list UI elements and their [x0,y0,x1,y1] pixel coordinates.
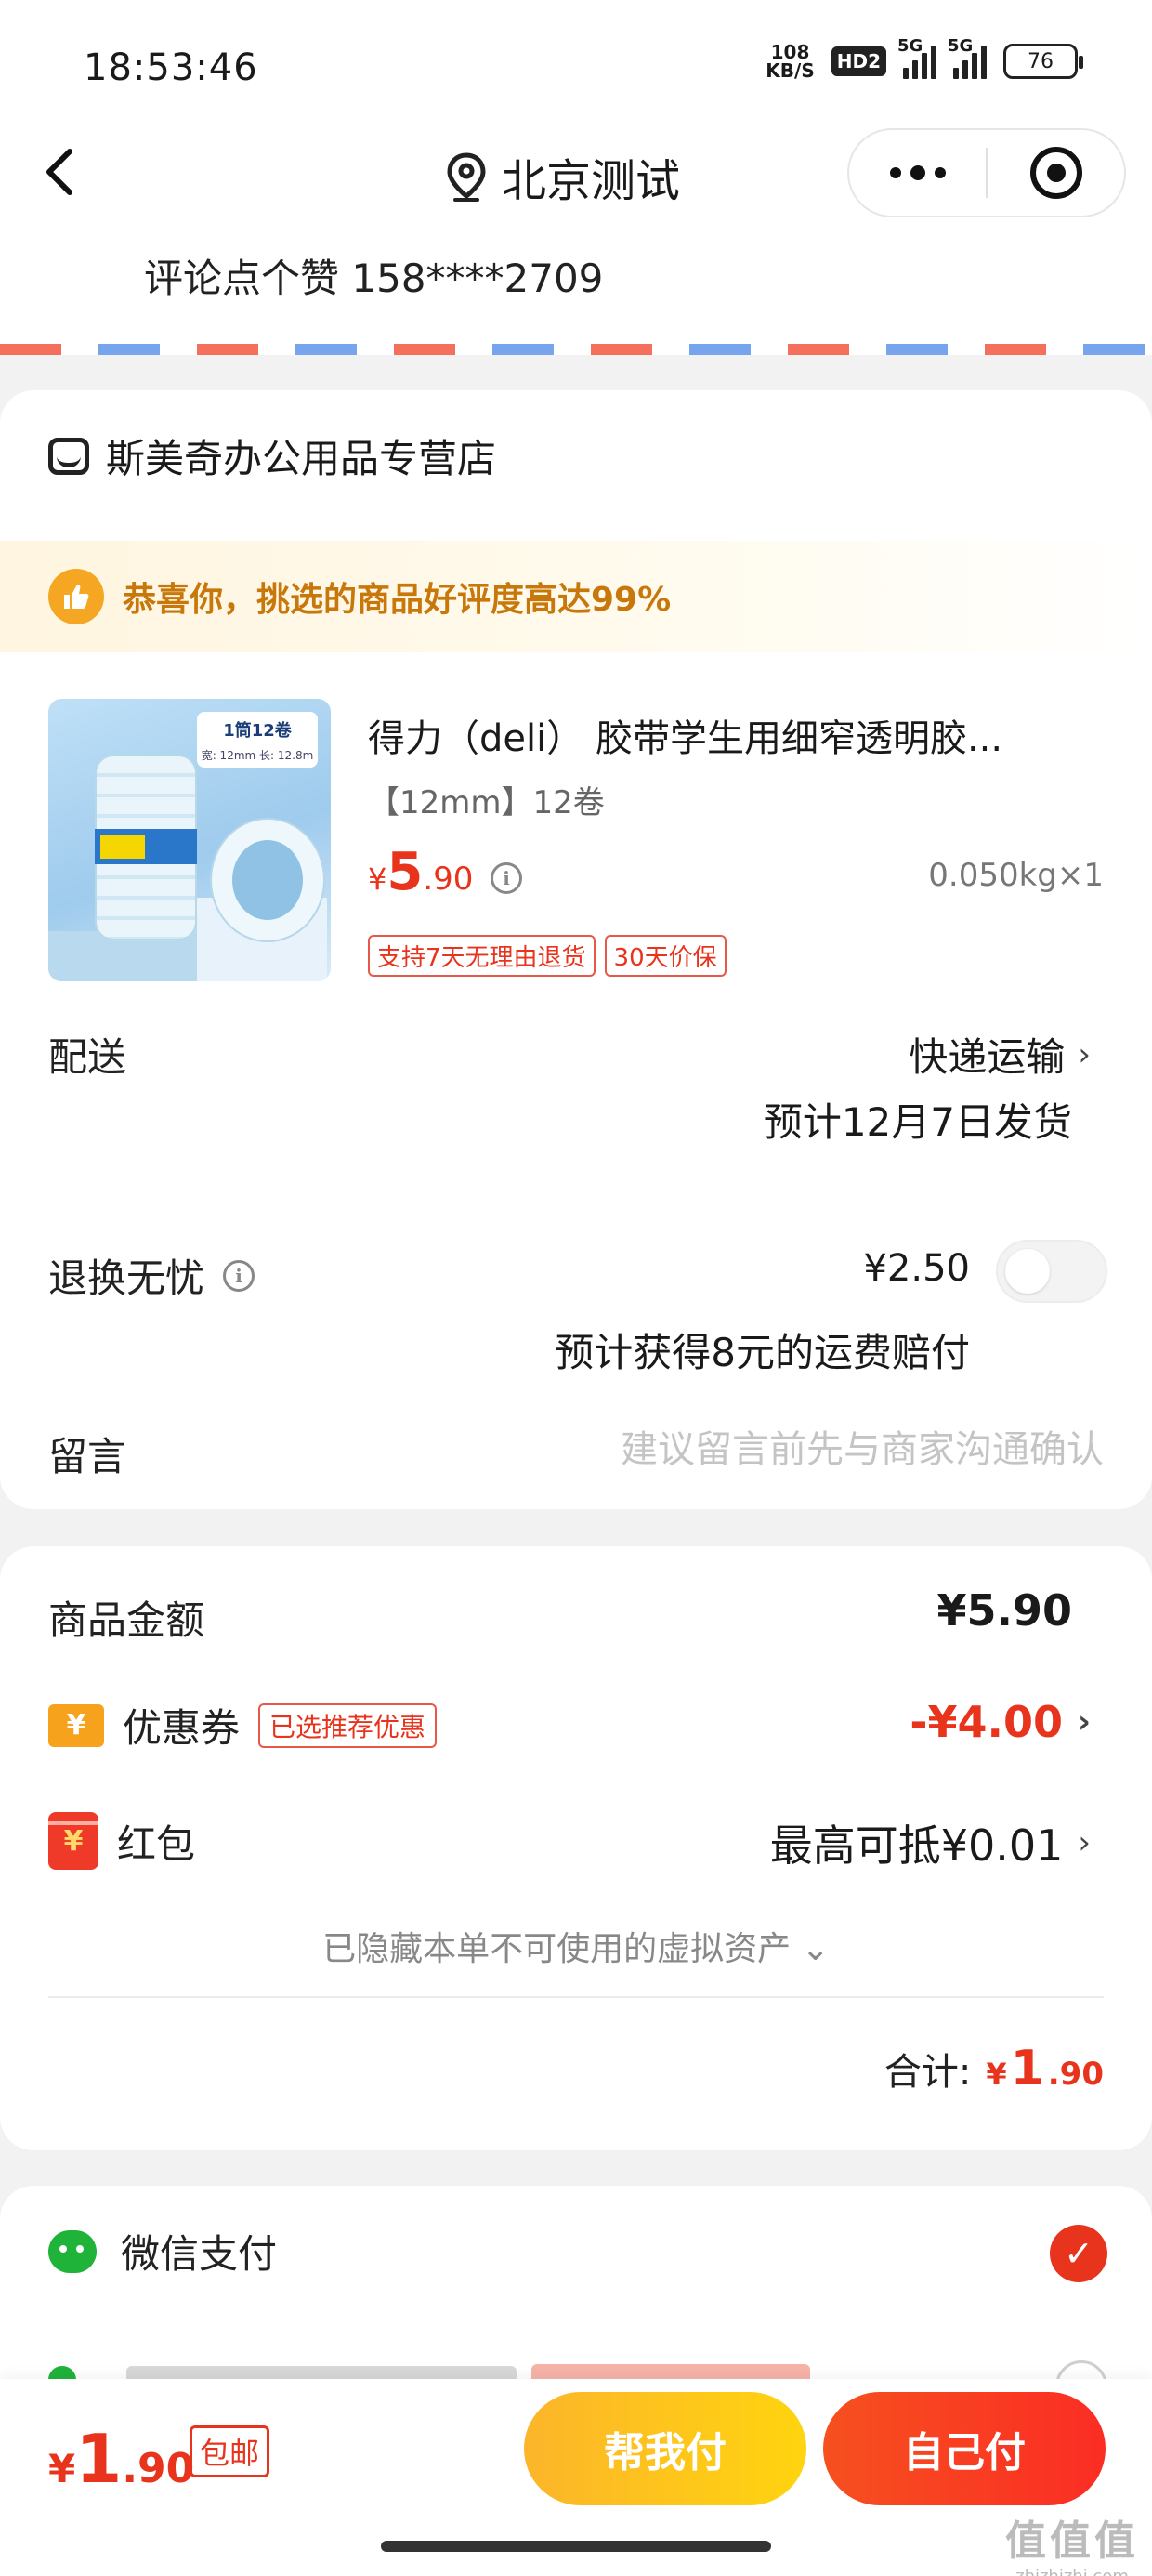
summary-divider [48,1996,1104,1998]
nav-location[interactable]: 北京测试 [446,139,680,214]
back-button[interactable] [28,139,93,204]
product-image[interactable]: 1筒12卷 宽: 12mm 长: 12.8m [48,699,331,981]
product-image-label: 1筒12卷 宽: 12mm 长: 12.8m [197,712,318,768]
product-weight: 0.050kg×1 [928,857,1104,894]
hd-icon: HD2 [831,46,886,76]
more-button[interactable] [849,130,986,216]
return-service-toggle[interactable] [996,1240,1107,1303]
payment-option-partial[interactable] [48,2360,1107,2379]
coupon-value: -¥4.00 [910,1697,1063,1747]
delivery-eta: 预计12月7日发货 [763,1099,1072,1145]
bottom-total: ¥ 1 .90 [48,2420,194,2498]
net-speed-unit: KB/S [766,59,815,82]
total-decimal: .90 [1047,2056,1104,2093]
more-dots-icon [889,165,946,180]
location-pin-icon [447,152,486,202]
signal-icon-2: 5G [948,36,987,79]
subtotal-value: ¥5.90 [936,1585,1072,1636]
price-decimal: .90 [423,861,474,898]
coupon-icon: ¥ [48,1703,104,1747]
hidden-assets-text: 已隐藏本单不可使用的虚拟资产 [322,1930,792,1968]
close-miniapp-button[interactable] [988,130,1124,216]
shop-row[interactable]: 斯美奇办公用品专营店 [48,427,496,484]
bottom-integer: 1 [75,2420,123,2498]
bottom-decimal: .90 [122,2445,195,2492]
total-integer: 1 [1010,2041,1044,2096]
coupon-label: 优惠券 [123,1705,241,1751]
address-text: 评论点个赞 158****2709 [144,256,604,301]
payment-option-wechat[interactable]: 微信支付 [48,2223,277,2280]
redpacket-selector[interactable]: 最高可抵¥0.01 › [770,1812,1091,1873]
tag-price-protect: 30天价保 [604,935,727,977]
total-currency: ¥ [986,2057,1007,2092]
total-row: 合计: ¥ 1 .90 [884,2041,1104,2096]
thumbs-up-icon [48,569,104,624]
redpacket-label: 红包 [117,1820,196,1867]
shop-icon [48,437,89,475]
product-title[interactable]: 得力（deli） 胶带学生用细窄透明胶... [368,708,1102,762]
subtotal-label: 商品金额 [48,1597,205,1643]
delivery-label: 配送 [48,1034,127,1080]
watermark-sub: zhizhizhi.com [1005,2567,1139,2576]
battery-icon: 76 [1003,44,1083,79]
coupon-selector[interactable]: -¥4.00 › [910,1697,1091,1747]
nav-title: 北京测试 [502,155,681,207]
product-spec: 【12mm】12卷 [368,784,605,821]
message-input[interactable] [453,1422,1104,1478]
coupon-badge: 已选推荐优惠 [258,1702,438,1748]
watermark-main: 值值值 [1005,2517,1139,2565]
chevron-down-icon: ⌄ [801,1930,830,1968]
delivery-method[interactable]: 快递运输 › [909,1026,1091,1083]
chevron-right-icon: › [1078,1824,1091,1861]
target-icon [1029,147,1082,199]
net-speed-value: 108 [770,41,810,63]
return-service-note: 预计获得8元的运费赔付 [555,1330,970,1375]
free-shipping-badge: 包邮 [190,2425,270,2477]
signal-label-2: 5G [948,36,974,56]
return-service-price: ¥2.50 [863,1247,970,1290]
battery-level: 76 [1028,49,1054,73]
chevron-right-icon: › [1078,1035,1091,1073]
address-stripe [0,344,1152,355]
praise-text: 恭喜你，挑选的商品好评度高达99% [123,581,672,619]
tag-return: 支持7天无理由退货 [368,935,596,977]
product-tags: 支持7天无理由退货 30天价保 [368,935,727,977]
praise-banner: 恭喜你，挑选的商品好评度高达99% [0,541,1152,652]
product-price: ¥ 5 .90 [368,842,473,902]
product-image-sub: 宽: 12mm 长: 12.8m [201,749,314,762]
help-pay-button[interactable]: 帮我付 [524,2392,806,2505]
signal-icon: 5G [897,36,936,79]
chevron-right-icon: › [1077,1703,1091,1741]
hidden-assets-toggle[interactable]: 已隐藏本单不可使用的虚拟资产 ⌄ [0,1922,1152,1970]
total-label: 合计: [884,2051,972,2094]
return-label-text: 退换无忧 [48,1255,205,1301]
signal-label: 5G [897,36,923,56]
shop-name: 斯美奇办公用品专营店 [106,436,497,481]
red-packet-icon: ¥ [48,1812,98,1870]
redpacket-value: 最高可抵¥0.01 [769,1820,1064,1871]
delivery-method-text: 快递运输 [909,1034,1066,1080]
net-speed: 108 KB/S [766,43,814,80]
miniapp-capsule [847,128,1126,217]
status-time: 18:53:46 [84,46,258,89]
product-image-label-text: 1筒12卷 [223,721,292,741]
check-icon[interactable]: ✓ [1050,2225,1107,2282]
self-pay-button[interactable]: 自己付 [823,2392,1106,2505]
info-icon[interactable]: i [223,1259,255,1292]
wechat-pay-label: 微信支付 [121,2231,278,2277]
coupon-row: ¥ 优惠券 已选推荐优惠 [48,1697,438,1754]
status-icons: 108 KB/S HD2 5G 5G 76 [766,36,1083,80]
message-label: 留言 [48,1434,127,1479]
price-currency: ¥ [368,861,387,897]
info-icon[interactable]: i [491,862,522,894]
return-service-label: 退换无忧 i [48,1247,255,1304]
wechat-icon [48,2229,97,2273]
redpacket-row: ¥ 红包 [48,1812,195,1870]
watermark: 值值值 zhizhizhi.com [1005,2507,1139,2576]
home-indicator[interactable] [381,2541,771,2552]
price-integer: 5 [386,842,424,902]
bottom-currency: ¥ [48,2446,76,2491]
chevron-left-icon [46,149,72,195]
